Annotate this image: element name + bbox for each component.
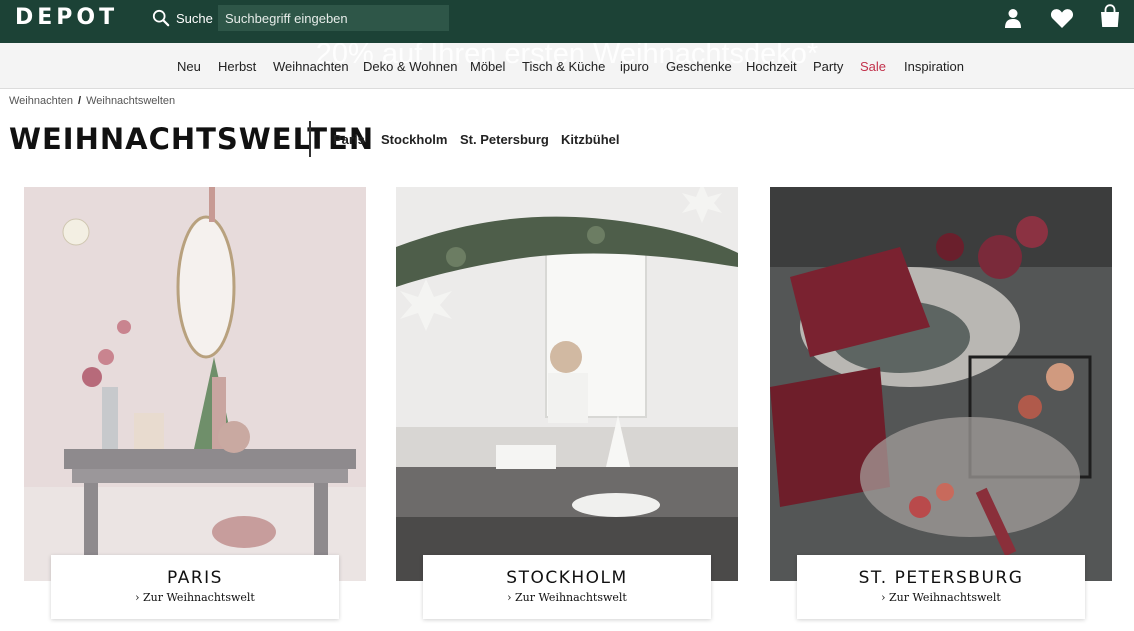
account-icon[interactable] <box>1002 7 1024 29</box>
card-link-paris[interactable]: › Zur Weihnachtswelt <box>51 591 339 604</box>
paris-card-image[interactable] <box>24 187 366 581</box>
top-header-bar: DEPOT Suche <box>0 0 1134 43</box>
breadcrumb: Weihnachten / Weihnachtswelten <box>9 95 175 107</box>
nav-item-tisch-kueche[interactable]: Tisch & Küche <box>522 59 605 74</box>
sub-link-paris[interactable]: Paris <box>333 132 365 147</box>
sub-link-st-petersburg[interactable]: St. Petersburg <box>460 132 549 147</box>
nav-item-ipuro[interactable]: ipuro <box>620 59 649 74</box>
search-label: Suche <box>176 10 213 26</box>
nav-item-party[interactable]: Party <box>813 59 843 74</box>
depot-logo[interactable]: DEPOT <box>15 7 118 29</box>
card-title-stockholm: STOCKHOLM <box>506 568 628 588</box>
nav-item-moebel[interactable]: Möbel <box>470 59 505 74</box>
sub-link-stockholm[interactable]: Stockholm <box>381 132 447 147</box>
shopping-bag-icon[interactable] <box>1099 4 1121 28</box>
stockholm-card-label[interactable]: STOCKHOLM › Zur Weihnachtswelt <box>423 555 711 619</box>
search-button[interactable]: Suche <box>152 8 213 28</box>
search-icon <box>152 9 170 27</box>
breadcrumb-item-weihnachten[interactable]: Weihnachten <box>9 95 73 107</box>
card-link-stockholm[interactable]: › Zur Weihnachtswelt <box>423 591 711 604</box>
card-title-paris: PARIS <box>167 568 223 588</box>
card-link-st-petersburg[interactable]: › Zur Weihnachtswelt <box>797 591 1085 604</box>
nav-item-herbst[interactable]: Herbst <box>218 59 256 74</box>
page-title: WEIHNACHTSWELTEN <box>9 122 375 156</box>
nav-item-hochzeit[interactable]: Hochzeit <box>746 59 797 74</box>
nav-item-geschenke[interactable]: Geschenke <box>666 59 732 74</box>
nav-item-deko-wohnen[interactable]: Deko & Wohnen <box>363 59 457 74</box>
stockholm-card-image[interactable] <box>396 187 738 581</box>
nav-item-inspiration[interactable]: Inspiration <box>904 59 964 74</box>
card-title-st-petersburg: ST. PETERSBURG <box>858 568 1024 588</box>
search-input[interactable] <box>218 5 449 31</box>
title-divider <box>309 121 311 157</box>
breadcrumb-item-weihnachtswelten[interactable]: Weihnachtswelten <box>86 95 175 107</box>
nav-item-neu[interactable]: Neu <box>177 59 201 74</box>
nav-item-weihnachten[interactable]: Weihnachten <box>273 59 349 74</box>
sub-link-kitzbuehel[interactable]: Kitzbühel <box>561 132 620 147</box>
paris-card-label[interactable]: PARIS › Zur Weihnachtswelt <box>51 555 339 619</box>
main-navigation: 20% auf Ihren ersten Weihnachtsdeko* Neu… <box>0 43 1134 89</box>
st-petersburg-card-image[interactable] <box>770 187 1112 581</box>
breadcrumb-separator: / <box>78 95 82 107</box>
wishlist-heart-icon[interactable] <box>1050 7 1074 29</box>
st-petersburg-card-label[interactable]: ST. PETERSBURG › Zur Weihnachtswelt <box>797 555 1085 619</box>
nav-item-sale[interactable]: Sale <box>860 59 886 74</box>
